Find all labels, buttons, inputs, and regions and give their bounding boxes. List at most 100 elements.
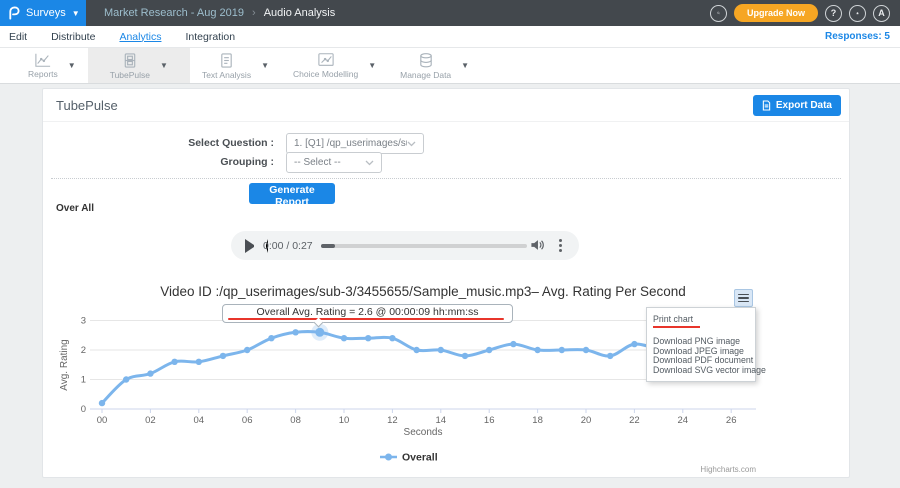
menu-bar: Edit Distribute Analytics Integration Re… [0,26,900,48]
svg-text:Overall: Overall [402,452,438,464]
toolbar-item-choice-modelling[interactable]: Choice Modelling ▼ [281,48,388,83]
toolbar-item-manage-data[interactable]: Manage Data ▼ [388,48,481,83]
chevron-down-icon [407,141,416,147]
x-tick-label: 06 [242,415,253,426]
panel-title: TubePulse [56,98,118,113]
overall-label: Over All [56,203,94,214]
breadcrumb: Market Research - Aug 2019 › Audio Analy… [104,0,335,26]
notifications-button[interactable] [849,5,866,22]
data-point [438,347,444,353]
database-icon [418,52,434,69]
top-actions: Upgrade Now ? A [710,0,890,26]
menu-item-download-svg[interactable]: Download SVG vector image [647,366,755,376]
data-point [631,341,637,347]
breadcrumb-separator-icon: › [252,7,256,19]
data-point [365,335,371,341]
select-question-dropdown[interactable]: 1. [Q1] /qp_userimages/sub-3/3455655/S..… [286,133,424,154]
x-tick-label: 14 [436,415,447,426]
export-file-icon [762,100,771,111]
x-tick-label: 10 [339,415,350,426]
series-line-overall [102,332,659,404]
x-tick-label: 00 [97,415,108,426]
upgrade-now-button[interactable]: Upgrade Now [734,4,818,22]
chart-menu-button[interactable] [734,289,753,307]
data-point [196,359,202,365]
chevron-down-icon: ▼ [160,61,168,70]
bell-icon [856,8,859,19]
y-tick-label: 2 [81,345,86,356]
data-point [123,376,129,382]
menu-item-analytics[interactable]: Analytics [119,31,161,43]
y-axis-title: Avg. Rating [59,339,70,391]
data-point [559,347,565,353]
menu-item-print-chart[interactable]: Print chart [647,312,755,325]
panel-header: TubePulse Export Data [43,89,849,122]
analytics-toolbar: Reports ▼ TubePulse ▼ Text Analysis ▼ [0,48,900,84]
audio-menu-button[interactable] [554,238,566,253]
data-point [341,335,347,341]
x-axis-title: Seconds [404,427,443,438]
audio-time: 0:00 / 0:27 [263,240,313,252]
data-point [534,347,540,353]
data-point [389,335,395,341]
speaker-icon [530,238,545,252]
breadcrumb-project[interactable]: Market Research - Aug 2019 [104,7,244,19]
legend-item-overall[interactable]: Overall [380,452,438,464]
search-button[interactable] [710,5,727,22]
text-document-icon [219,52,234,69]
chart-context-menu: Print chart Download PNG image Download … [646,307,756,382]
x-tick-label: 04 [194,415,205,426]
audio-seekbar[interactable] [321,244,527,248]
menu-item-edit[interactable]: Edit [9,31,27,43]
y-tick-label: 1 [81,375,86,386]
data-point [462,353,468,359]
data-point [244,347,250,353]
data-point [147,370,153,376]
volume-button[interactable] [529,238,545,253]
export-data-button[interactable]: Export Data [753,95,841,116]
select-question-label: Select Question : [43,137,274,149]
x-tick-label: 08 [290,415,301,426]
data-point [607,353,613,359]
toolbar-item-tubepulse[interactable]: TubePulse ▼ [88,48,190,83]
line-chart-icon [34,52,52,68]
x-tick-label: 18 [532,415,543,426]
product-label: Surveys [26,7,66,19]
x-tick-label: 16 [484,415,495,426]
chart-title: Video ID :/qp_userimages/sub-3/3455655/S… [160,284,686,299]
data-point [413,347,419,353]
data-point [292,329,298,335]
data-point [583,347,589,353]
menu-item-integration[interactable]: Integration [185,31,235,43]
responses-count: Responses: 5 [825,31,890,42]
toolbar-item-text-analysis[interactable]: Text Analysis ▼ [190,48,281,83]
x-tick-label: 24 [678,415,689,426]
x-tick-label: 26 [726,415,737,426]
top-bar: Surveys ▼ Market Research - Aug 2019 › A… [0,0,900,26]
chevron-down-icon: ▼ [72,9,80,18]
toolbar-item-reports[interactable]: Reports ▼ [16,48,88,83]
video-pulse-icon [122,52,138,69]
surveys-dropdown[interactable]: Surveys ▼ [0,0,86,26]
data-point [510,341,516,347]
x-tick-label: 02 [145,415,156,426]
x-tick-label: 20 [581,415,592,426]
menu-item-distribute[interactable]: Distribute [51,31,95,43]
data-point [220,353,226,359]
app-window: Surveys ▼ Market Research - Aug 2019 › A… [0,0,900,488]
tooltip-red-annotation [228,318,504,321]
data-point [486,347,492,353]
search-icon [717,8,720,18]
audio-player: 0:00 / 0:27 [231,231,579,260]
y-tick-label: 0 [81,404,86,415]
chart-tooltip: Overall Avg. Rating = 2.6 @ 00:00:09 hh:… [222,304,513,323]
questionpro-logo-icon [7,5,20,21]
help-button[interactable]: ? [825,5,842,22]
generate-report-button[interactable]: Generate Report [249,183,335,204]
chevron-down-icon: ▼ [461,61,469,70]
avatar[interactable]: A [873,5,890,22]
grouping-dropdown[interactable]: -- Select -- [286,152,382,173]
grouping-label: Grouping : [43,156,274,168]
data-point [171,359,177,365]
chevron-down-icon: ▼ [368,61,376,70]
